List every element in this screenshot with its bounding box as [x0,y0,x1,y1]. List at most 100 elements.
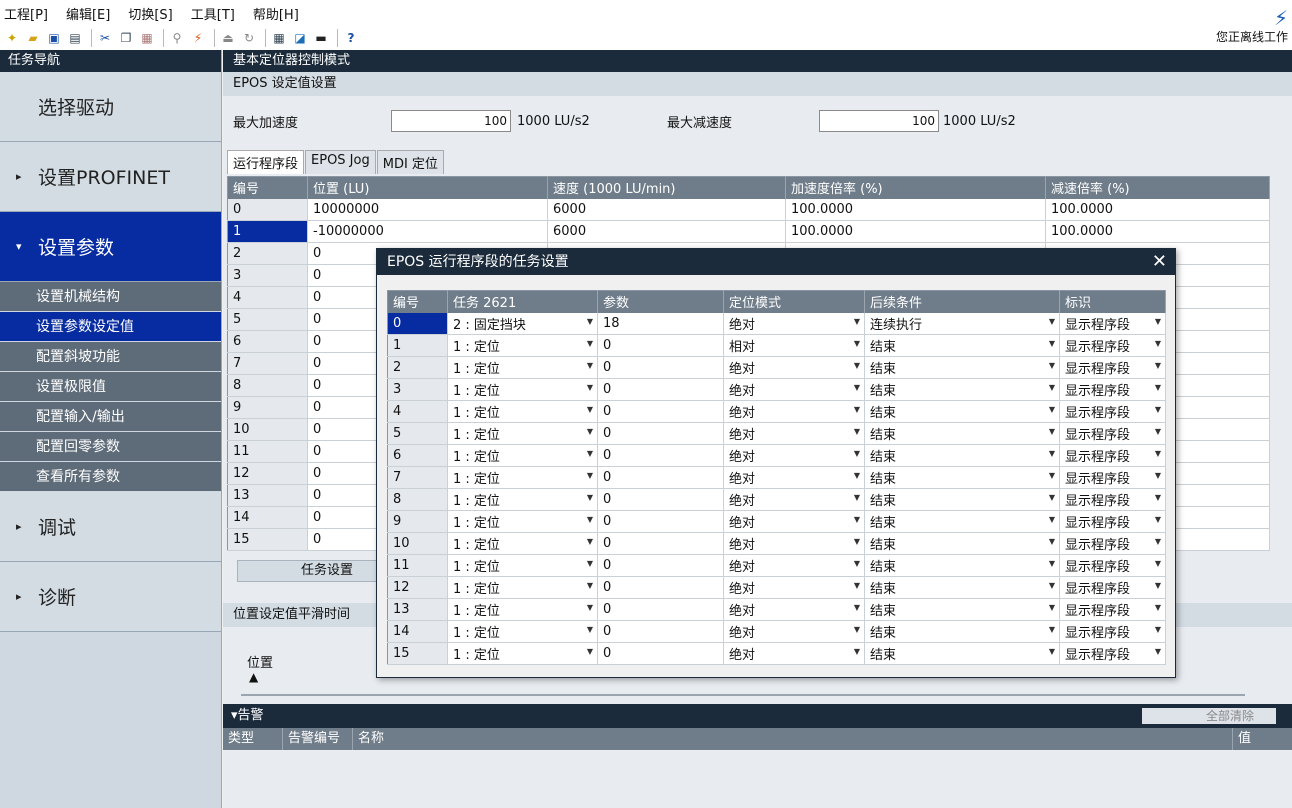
nav-select-drive[interactable]: 选择驱动 [0,72,221,142]
identifier-select[interactable]: 显示程序段 ▼ [1059,576,1166,599]
nav-sub-io[interactable]: 配置输入/输出 [0,402,221,432]
continuation-select[interactable]: 结束 ▼ [864,444,1060,467]
save-icon[interactable]: ▣ [45,29,63,47]
cell-velocity[interactable]: 6000 [547,198,786,221]
task-select[interactable]: 1 : 定位 ▼ [447,554,598,577]
dropdown-arrow-icon[interactable]: ▼ [1049,625,1055,634]
close-icon[interactable]: ✕ [1152,249,1167,275]
menu-edit[interactable]: 编辑[E] [66,4,110,23]
nav-setup-profinet[interactable]: ▸ 设置PROFINET [0,142,221,212]
identifier-select[interactable]: 显示程序段 ▼ [1059,312,1166,335]
table-row[interactable]: 10 1 : 定位 ▼ 0 绝对 ▼ 结束 ▼ 显示程序段 ▼ [387,532,1166,555]
dropdown-arrow-icon[interactable]: ▼ [1049,405,1055,414]
task-select[interactable]: 1 : 定位 ▼ [447,400,598,423]
task-select[interactable]: 1 : 定位 ▼ [447,532,598,555]
cut-icon[interactable]: ✂ [96,29,114,47]
dropdown-arrow-icon[interactable]: ▼ [854,581,860,590]
dropdown-arrow-icon[interactable]: ▼ [1155,361,1161,370]
dropdown-arrow-icon[interactable]: ▼ [1049,493,1055,502]
dropdown-arrow-icon[interactable]: ▼ [587,559,593,568]
dropdown-arrow-icon[interactable]: ▼ [587,383,593,392]
parameter-input[interactable]: 0 [597,488,724,511]
dropdown-arrow-icon[interactable]: ▼ [854,383,860,392]
dropdown-arrow-icon[interactable]: ▼ [587,647,593,656]
nav-diagnostics[interactable]: ▸ 诊断 [0,562,221,632]
task-select[interactable]: 1 : 定位 ▼ [447,488,598,511]
table-row[interactable]: 6 1 : 定位 ▼ 0 绝对 ▼ 结束 ▼ 显示程序段 ▼ [387,444,1166,467]
mode-select[interactable]: 绝对 ▼ [723,444,865,467]
task-select[interactable]: 1 : 定位 ▼ [447,444,598,467]
identifier-select[interactable]: 显示程序段 ▼ [1059,620,1166,643]
cell-dec-override[interactable]: 100.0000 [1045,198,1270,221]
dropdown-arrow-icon[interactable]: ▼ [1155,493,1161,502]
dropdown-arrow-icon[interactable]: ▼ [854,603,860,612]
mode-select[interactable]: 绝对 ▼ [723,510,865,533]
table-row[interactable]: 13 1 : 定位 ▼ 0 绝对 ▼ 结束 ▼ 显示程序段 ▼ [387,598,1166,621]
dropdown-arrow-icon[interactable]: ▼ [1049,581,1055,590]
dropdown-arrow-icon[interactable]: ▼ [1155,581,1161,590]
continuation-select[interactable]: 结束 ▼ [864,576,1060,599]
dropdown-arrow-icon[interactable]: ▼ [1155,537,1161,546]
mode-select[interactable]: 绝对 ▼ [723,422,865,445]
identifier-select[interactable]: 显示程序段 ▼ [1059,598,1166,621]
dropdown-arrow-icon[interactable]: ▼ [1049,603,1055,612]
dropdown-arrow-icon[interactable]: ▼ [854,317,860,326]
dropdown-arrow-icon[interactable]: ▼ [1155,625,1161,634]
table-row[interactable]: 3 1 : 定位 ▼ 0 绝对 ▼ 结束 ▼ 显示程序段 ▼ [387,378,1166,401]
parameter-input[interactable]: 0 [597,356,724,379]
nav-commissioning[interactable]: ▸ 调试 [0,492,221,562]
identifier-select[interactable]: 显示程序段 ▼ [1059,378,1166,401]
table-row[interactable]: 1 -10000000 6000 100.0000 100.0000 [227,220,1270,243]
identifier-select[interactable]: 显示程序段 ▼ [1059,466,1166,489]
table-row[interactable]: 8 1 : 定位 ▼ 0 绝对 ▼ 结束 ▼ 显示程序段 ▼ [387,488,1166,511]
task-select[interactable]: 1 : 定位 ▼ [447,466,598,489]
tab-epos-jog[interactable]: EPOS Jog [305,150,376,174]
parameter-input[interactable]: 0 [597,620,724,643]
dropdown-arrow-icon[interactable]: ▼ [1155,559,1161,568]
nav-sub-all-params[interactable]: 查看所有参数 [0,462,221,492]
identifier-select[interactable]: 显示程序段 ▼ [1059,532,1166,555]
dropdown-arrow-icon[interactable]: ▼ [854,625,860,634]
continuation-select[interactable]: 结束 ▼ [864,642,1060,665]
dropdown-arrow-icon[interactable]: ▼ [1049,383,1055,392]
table-row[interactable]: 11 1 : 定位 ▼ 0 绝对 ▼ 结束 ▼ 显示程序段 ▼ [387,554,1166,577]
parameter-input[interactable]: 18 [597,312,724,335]
cell-velocity[interactable]: 6000 [547,220,786,243]
dropdown-arrow-icon[interactable]: ▼ [854,427,860,436]
mode-select[interactable]: 相对 ▼ [723,334,865,357]
max-acc-input[interactable]: 100 [391,110,511,132]
disconnect-icon[interactable]: ⚡ [189,29,207,47]
mode-select[interactable]: 绝对 ▼ [723,356,865,379]
continuation-select[interactable]: 结束 ▼ [864,532,1060,555]
clear-all-button[interactable]: 全部清除 [1142,708,1276,724]
task-select[interactable]: 1 : 定位 ▼ [447,422,598,445]
dropdown-arrow-icon[interactable]: ▼ [1155,471,1161,480]
task-select[interactable]: 1 : 定位 ▼ [447,356,598,379]
dropdown-arrow-icon[interactable]: ▼ [587,493,593,502]
dropdown-arrow-icon[interactable]: ▼ [854,361,860,370]
table-row[interactable]: 9 1 : 定位 ▼ 0 绝对 ▼ 结束 ▼ 显示程序段 ▼ [387,510,1166,533]
identifier-select[interactable]: 显示程序段 ▼ [1059,642,1166,665]
dropdown-arrow-icon[interactable]: ▼ [854,449,860,458]
cell-position[interactable]: -10000000 [307,220,548,243]
trend-icon[interactable]: ◪ [291,29,309,47]
table-row[interactable]: 0 2 : 固定挡块 ▼ 18 绝对 ▼ 连续执行 ▼ 显示程序段 ▼ [387,312,1166,335]
table-row[interactable]: 0 10000000 6000 100.0000 100.0000 [227,198,1270,221]
menu-tools[interactable]: 工具[T] [191,4,235,23]
dropdown-arrow-icon[interactable]: ▼ [1049,647,1055,656]
dropdown-arrow-icon[interactable]: ▼ [1155,383,1161,392]
continuation-select[interactable]: 结束 ▼ [864,466,1060,489]
mode-select[interactable]: 绝对 ▼ [723,620,865,643]
mode-select[interactable]: 绝对 ▼ [723,598,865,621]
parameter-input[interactable]: 0 [597,510,724,533]
identifier-select[interactable]: 显示程序段 ▼ [1059,356,1166,379]
nav-sub-homing[interactable]: 配置回零参数 [0,432,221,462]
nav-sub-ramp[interactable]: 配置斜坡功能 [0,342,221,372]
mode-select[interactable]: 绝对 ▼ [723,576,865,599]
menu-help[interactable]: 帮助[H] [253,4,299,23]
tab-mdi[interactable]: MDI 定位 [376,150,444,174]
continuation-select[interactable]: 连续执行 ▼ [864,312,1060,335]
nav-sub-mechanics[interactable]: 设置机械结构 [0,282,221,312]
identifier-select[interactable]: 显示程序段 ▼ [1059,488,1166,511]
task-select[interactable]: 1 : 定位 ▼ [447,334,598,357]
